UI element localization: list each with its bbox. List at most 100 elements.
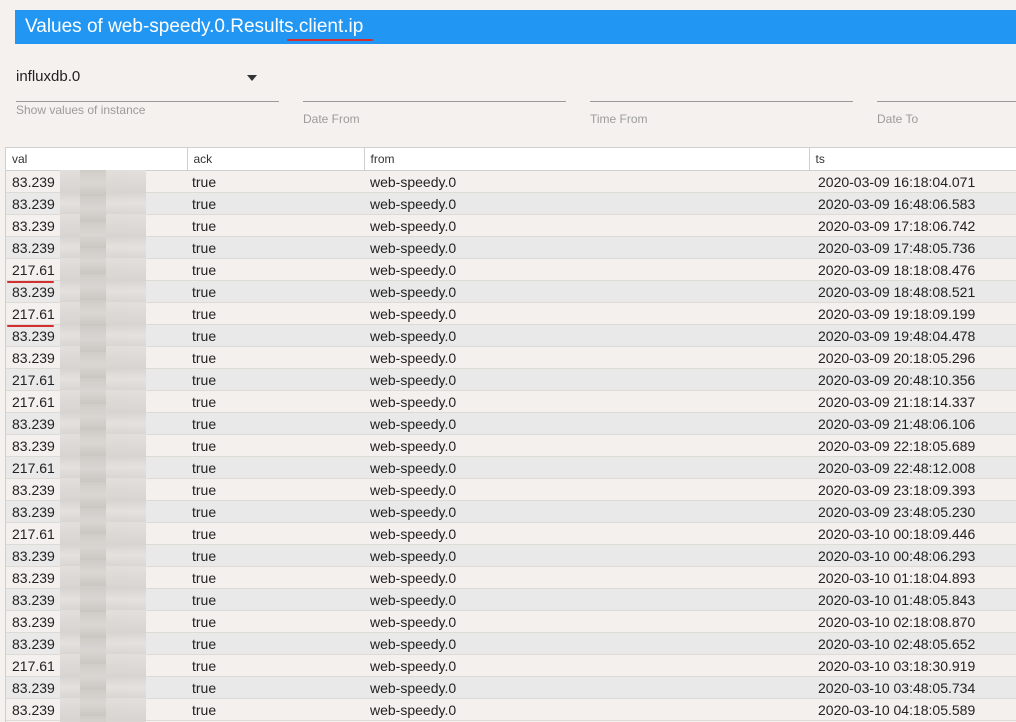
instance-select-hint: Show values of instance (16, 103, 146, 117)
row-annotation-underline (7, 281, 54, 283)
table-row[interactable]: 83.239 true web-speedy.0 2020-03-09 21:48:0… (6, 412, 1016, 435)
cell-ack: true (187, 632, 364, 655)
table-row[interactable]: 217.61 true web-speedy.0 2020-03-10 03:18:3… (6, 654, 1016, 677)
cell-from: web-speedy.0 (364, 280, 809, 303)
cell-ts: 2020-03-09 20:48:10.356 (809, 368, 1016, 391)
cell-ack: true (187, 302, 364, 325)
cell-ts: 2020-03-09 23:48:05.230 (809, 500, 1016, 523)
table-row[interactable]: 83.239 true web-speedy.0 2020-03-10 02:18:0… (6, 610, 1016, 633)
column-header-from[interactable]: from (364, 147, 810, 171)
cell-from: web-speedy.0 (364, 434, 809, 457)
cell-ack: true (187, 280, 364, 303)
cell-from: web-speedy.0 (364, 610, 809, 633)
table-row[interactable]: 83.239 true web-speedy.0 2020-03-09 16:48:0… (6, 192, 1016, 215)
cell-from: web-speedy.0 (364, 588, 809, 611)
column-header-ts[interactable]: ts (809, 147, 1016, 171)
cell-ts: 2020-03-09 23:18:09.393 (809, 478, 1016, 501)
cell-ts: 2020-03-09 22:48:12.008 (809, 456, 1016, 479)
cell-ts: 2020-03-10 01:18:04.893 (809, 566, 1016, 589)
cell-from: web-speedy.0 (364, 478, 809, 501)
table-row[interactable]: 217.61 true web-speedy.0 2020-03-09 18:18:0… (6, 258, 1016, 281)
table-row[interactable]: 83.239 true web-speedy.0 2020-03-09 17:48:0… (6, 236, 1016, 259)
date-from-label: Date From (303, 112, 360, 126)
cell-ack: true (187, 412, 364, 435)
table-row[interactable]: 83.239 true web-speedy.0 2020-03-10 04:18:0… (6, 698, 1016, 721)
cell-from: web-speedy.0 (364, 522, 809, 545)
table-row[interactable]: 83.239 true web-speedy.0 2020-03-09 18:48:0… (6, 280, 1016, 303)
cell-from: web-speedy.0 (364, 698, 809, 721)
cell-ack: true (187, 654, 364, 677)
chevron-down-icon[interactable] (247, 75, 257, 81)
column-header-ack[interactable]: ack (187, 147, 365, 171)
title-annotation-underline (287, 39, 373, 41)
cell-ts: 2020-03-09 19:48:04.478 (809, 324, 1016, 347)
cell-ts: 2020-03-09 21:18:14.337 (809, 390, 1016, 413)
cell-ts: 2020-03-10 00:18:09.446 (809, 522, 1016, 545)
cell-from: web-speedy.0 (364, 632, 809, 655)
cell-ts: 2020-03-10 04:18:05.589 (809, 698, 1016, 721)
cell-ack: true (187, 236, 364, 259)
cell-ts: 2020-03-09 22:18:05.689 (809, 434, 1016, 457)
cell-ts: 2020-03-09 17:48:05.736 (809, 236, 1016, 259)
cell-ts: 2020-03-09 18:48:08.521 (809, 280, 1016, 303)
table-body: 83.239 true web-speedy.0 2020-03-09 16:18:0… (6, 170, 1016, 721)
cell-ts: 2020-03-09 18:18:08.476 (809, 258, 1016, 281)
cell-from: web-speedy.0 (364, 654, 809, 677)
time-from-underline (590, 101, 853, 102)
table-row[interactable]: 83.239 true web-speedy.0 2020-03-10 00:48:0… (6, 544, 1016, 567)
cell-from: web-speedy.0 (364, 544, 809, 567)
title-prefix: Values of web-speedy.0.Results. (25, 16, 299, 37)
table-row[interactable]: 83.239 true web-speedy.0 2020-03-09 19:48:0… (6, 324, 1016, 347)
table-row[interactable]: 217.61 true web-speedy.0 2020-03-09 21:18:1… (6, 390, 1016, 413)
cell-ack: true (187, 390, 364, 413)
cell-ts: 2020-03-10 03:48:05.734 (809, 676, 1016, 699)
cell-from: web-speedy.0 (364, 192, 809, 215)
cell-ack: true (187, 500, 364, 523)
table-row[interactable]: 83.239 true web-speedy.0 2020-03-09 17:18:0… (6, 214, 1016, 237)
date-to-underline (877, 101, 1016, 102)
cell-from: web-speedy.0 (364, 214, 809, 237)
column-header-val[interactable]: val (6, 147, 188, 171)
cell-ack: true (187, 522, 364, 545)
table-row[interactable]: 83.239 true web-speedy.0 2020-03-10 02:48:0… (6, 632, 1016, 655)
cell-ts: 2020-03-09 16:18:04.071 (809, 170, 1016, 193)
cell-from: web-speedy.0 (364, 676, 809, 699)
cell-ack: true (187, 434, 364, 457)
cell-ack: true (187, 544, 364, 567)
table-row[interactable]: 83.239 true web-speedy.0 2020-03-10 01:48:0… (6, 588, 1016, 611)
cell-ack: true (187, 258, 364, 281)
cell-ack: true (187, 698, 364, 721)
cell-ts: 2020-03-09 17:18:06.742 (809, 214, 1016, 237)
table-row[interactable]: 83.239 true web-speedy.0 2020-03-09 16:18:0… (6, 170, 1016, 193)
table-row[interactable]: 217.61 true web-speedy.0 2020-03-09 19:18:0… (6, 302, 1016, 325)
cell-ack: true (187, 170, 364, 193)
cell-ack: true (187, 588, 364, 611)
date-from-underline (303, 101, 566, 102)
cell-ts: 2020-03-10 02:18:08.870 (809, 610, 1016, 633)
cell-from: web-speedy.0 (364, 324, 809, 347)
table-row[interactable]: 217.61 true web-speedy.0 2020-03-10 00:18:0… (6, 522, 1016, 545)
instance-select-value: influxdb.0 (16, 68, 81, 85)
table-row[interactable]: 217.61 true web-speedy.0 2020-03-09 20:48:1… (6, 368, 1016, 391)
cell-ts: 2020-03-09 21:48:06.106 (809, 412, 1016, 435)
cell-from: web-speedy.0 (364, 456, 809, 479)
table-row[interactable]: 83.239 true web-speedy.0 2020-03-10 03:48:0… (6, 676, 1016, 699)
table-row[interactable]: 217.61 true web-speedy.0 2020-03-09 22:48:1… (6, 456, 1016, 479)
table-row[interactable]: 83.239 true web-speedy.0 2020-03-09 23:48:0… (6, 500, 1016, 523)
cell-ack: true (187, 566, 364, 589)
cell-ack: true (187, 456, 364, 479)
table-header-row: val ack from ts (6, 147, 1016, 171)
title-highlight: client.ip (298, 16, 364, 37)
table-row[interactable]: 83.239 true web-speedy.0 2020-03-09 20:18:0… (6, 346, 1016, 369)
cell-ack: true (187, 368, 364, 391)
table-row[interactable]: 83.239 true web-speedy.0 2020-03-10 01:18:0… (6, 566, 1016, 589)
cell-ts: 2020-03-09 20:18:05.296 (809, 346, 1016, 369)
cell-ack: true (187, 214, 364, 237)
cell-from: web-speedy.0 (364, 566, 809, 589)
table-row[interactable]: 83.239 true web-speedy.0 2020-03-09 23:18:0… (6, 478, 1016, 501)
table-row[interactable]: 83.239 true web-speedy.0 2020-03-09 22:18:0… (6, 434, 1016, 457)
cell-from: web-speedy.0 (364, 170, 809, 193)
cell-from: web-speedy.0 (364, 346, 809, 369)
cell-ack: true (187, 610, 364, 633)
row-annotation-underline (7, 325, 54, 327)
